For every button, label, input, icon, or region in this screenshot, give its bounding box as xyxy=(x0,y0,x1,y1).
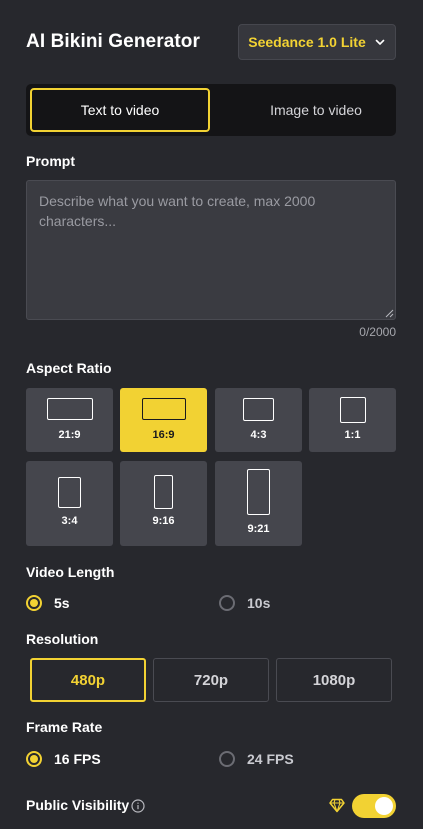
prompt-input[interactable] xyxy=(26,180,396,320)
ratio-9-16-shape xyxy=(154,475,173,509)
ratio-label: 3:4 xyxy=(61,515,78,527)
info-icon[interactable] xyxy=(131,799,145,813)
aspect-ratio-21-9[interactable]: 21:9 xyxy=(26,388,113,452)
resize-grip-icon[interactable] xyxy=(385,309,394,318)
aspect-ratio-16-9[interactable]: 16:9 xyxy=(120,388,207,452)
radio-label: 24 FPS xyxy=(247,751,294,767)
prompt-char-count: 0/2000 xyxy=(359,325,396,339)
radio-dot xyxy=(219,751,235,767)
tab-image-to-video[interactable]: Image to video xyxy=(236,88,396,132)
radio-dot xyxy=(26,751,42,767)
chevron-down-icon xyxy=(375,39,385,45)
ratio-label: 16:9 xyxy=(152,429,175,441)
ratio-16-9-shape xyxy=(141,398,186,420)
resolution-480p-button[interactable]: 480p xyxy=(30,658,146,702)
frame-rate-24-radio[interactable]: 24 FPS xyxy=(219,751,294,767)
radio-dot xyxy=(219,595,235,611)
aspect-ratio-label: Aspect Ratio xyxy=(26,360,112,376)
ratio-label: 9:16 xyxy=(152,515,175,527)
gem-icon xyxy=(329,798,345,813)
frame-rate-16-radio[interactable]: 16 FPS xyxy=(26,751,101,767)
ratio-label: 9:21 xyxy=(247,523,270,535)
resolution-1080p-button[interactable]: 1080p xyxy=(276,658,392,702)
video-length-label: Video Length xyxy=(26,564,115,580)
ratio-21-9-shape xyxy=(46,398,93,420)
resolution-label: Resolution xyxy=(26,631,99,647)
model-select[interactable]: Seedance 1.0 Lite xyxy=(238,24,396,60)
radio-label: 5s xyxy=(54,595,70,611)
ratio-label: 1:1 xyxy=(344,429,361,441)
radio-label: 16 FPS xyxy=(54,751,101,767)
mode-tabs: Text to video Image to video xyxy=(26,84,396,136)
ratio-3-4-shape xyxy=(58,477,81,508)
ratio-4-3-shape xyxy=(243,398,274,421)
aspect-ratio-9-21[interactable]: 9:21 xyxy=(215,461,302,546)
prompt-label: Prompt xyxy=(26,153,75,169)
generator-panel: AI Bikini Generator Seedance 1.0 Lite Te… xyxy=(0,0,423,829)
public-visibility-label: Public Visibility xyxy=(26,797,130,813)
ratio-1-1-shape xyxy=(339,397,366,423)
aspect-ratio-3-4[interactable]: 3:4 xyxy=(26,461,113,546)
video-length-5s-radio[interactable]: 5s xyxy=(26,595,70,611)
public-visibility-toggle[interactable] xyxy=(352,794,396,818)
radio-dot xyxy=(26,595,42,611)
tab-text-to-video[interactable]: Text to video xyxy=(30,88,210,132)
video-length-10s-radio[interactable]: 10s xyxy=(219,595,270,611)
frame-rate-label: Frame Rate xyxy=(26,719,103,735)
ratio-label: 21:9 xyxy=(58,429,81,441)
aspect-ratio-1-1[interactable]: 1:1 xyxy=(309,388,396,452)
ratio-label: 4:3 xyxy=(250,429,267,441)
aspect-ratio-9-16[interactable]: 9:16 xyxy=(120,461,207,546)
page-title: AI Bikini Generator xyxy=(26,31,200,52)
toggle-knob xyxy=(375,797,393,815)
resolution-720p-button[interactable]: 720p xyxy=(153,658,269,702)
model-select-label: Seedance 1.0 Lite xyxy=(248,34,366,50)
ratio-9-21-shape xyxy=(247,469,270,515)
radio-label: 10s xyxy=(247,595,271,611)
aspect-ratio-4-3[interactable]: 4:3 xyxy=(215,388,302,452)
